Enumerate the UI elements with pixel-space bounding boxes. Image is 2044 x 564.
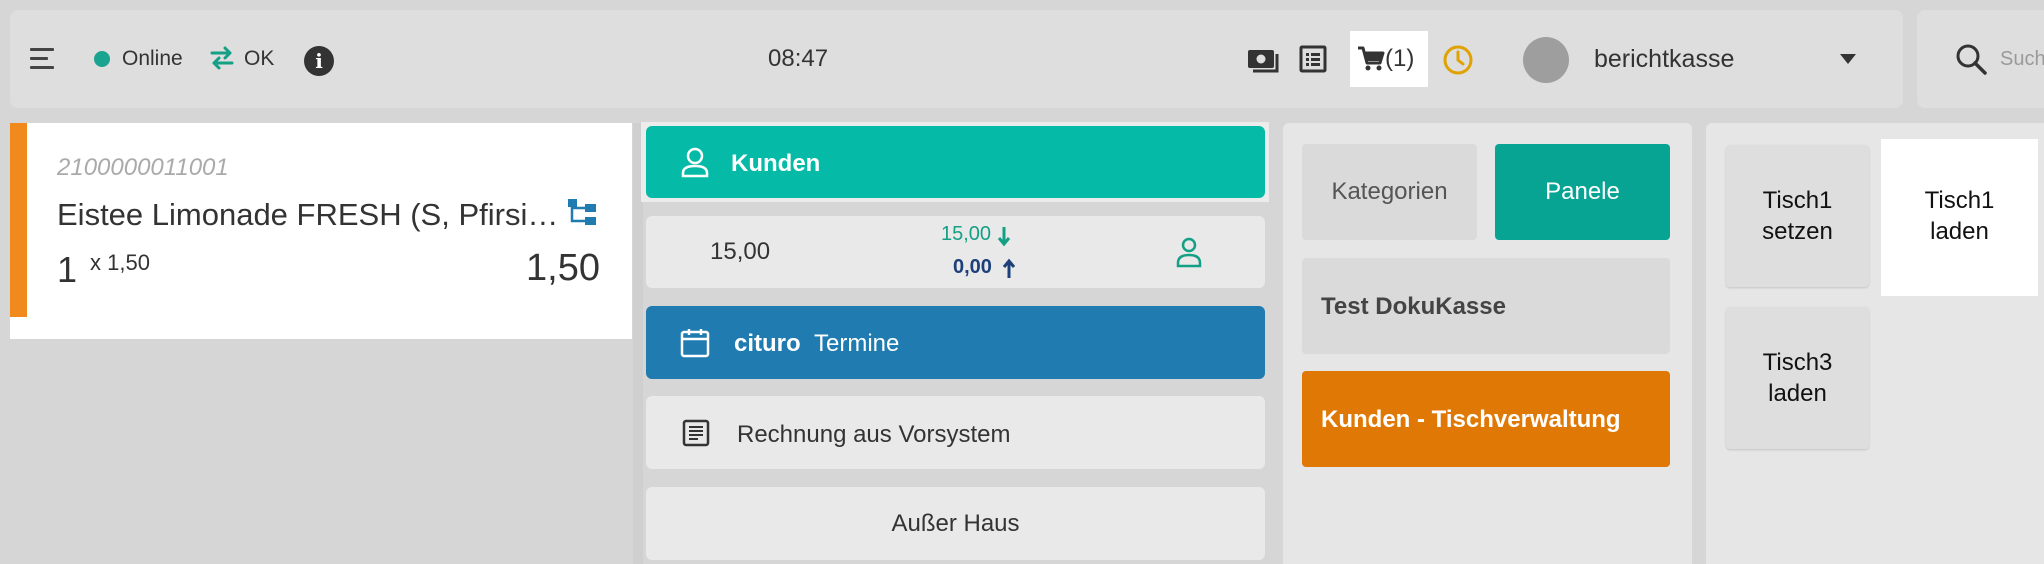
panel-tile-line2: setzen xyxy=(1762,218,1833,245)
cash-register-icon[interactable] xyxy=(1246,44,1280,74)
hamburger-menu-icon[interactable] xyxy=(30,48,56,70)
list-icon[interactable] xyxy=(1298,44,1328,74)
person-icon xyxy=(1176,237,1202,268)
hierarchy-icon[interactable] xyxy=(567,198,597,226)
document-icon xyxy=(682,419,710,447)
cart-count[interactable]: (1) xyxy=(1385,45,1414,73)
calendar-icon xyxy=(680,329,710,358)
current-time: 08:47 xyxy=(768,45,829,72)
panel-tile-label[interactable]: Tisch1 laden xyxy=(1888,185,2031,247)
tab-panele-label[interactable]: Panele xyxy=(1495,178,1670,206)
sync-arrows-icon xyxy=(210,46,234,70)
person-icon xyxy=(681,147,709,178)
termine-brand[interactable]: cituro xyxy=(734,330,801,358)
search-input[interactable]: Such xyxy=(2000,48,2044,71)
chevron-down-icon[interactable] xyxy=(1840,54,1856,64)
online-dot-icon xyxy=(94,51,110,67)
rechnung-label[interactable]: Rechnung aus Vorsystem xyxy=(737,421,1010,449)
panel-tile-label[interactable]: Tisch3 laden xyxy=(1726,347,1869,409)
avatar[interactable] xyxy=(1523,37,1569,83)
balance-outgoing: 0,00 xyxy=(953,256,992,278)
line-item-name: Eistee Limonade FRESH (S, Pfirsi… xyxy=(57,197,559,232)
balance-amount: 15,00 xyxy=(710,238,771,265)
arrow-up-icon xyxy=(1002,258,1016,278)
balance-incoming: 15,00 xyxy=(941,223,992,245)
panel-tile-line2: laden xyxy=(1930,218,1989,245)
line-item-code: 2100000011001 xyxy=(57,154,229,181)
termine-label[interactable]: Termine xyxy=(814,330,899,358)
ausser-haus-label[interactable]: Außer Haus xyxy=(646,510,1265,538)
line-item-accent xyxy=(10,123,27,317)
search-icon[interactable] xyxy=(1954,42,1988,76)
clock-icon[interactable] xyxy=(1442,44,1474,76)
line-item-unit-price: x 1,50 xyxy=(90,250,150,275)
tab-kategorien-label[interactable]: Kategorien xyxy=(1302,178,1477,206)
panel-tile-line1: Tisch1 xyxy=(1762,187,1833,214)
category-item-label[interactable]: Kunden - Tischverwaltung xyxy=(1321,406,1621,434)
panel-tile-line2: laden xyxy=(1768,380,1827,407)
category-item-label[interactable]: Test DokuKasse xyxy=(1321,293,1506,321)
sync-status-label: OK xyxy=(244,47,275,70)
username-label[interactable]: berichtkasse xyxy=(1594,45,1734,74)
panel-tile-line1: Tisch3 xyxy=(1762,349,1833,376)
cart-icon[interactable] xyxy=(1357,45,1385,73)
online-status-label: Online xyxy=(122,47,183,70)
arrow-down-icon xyxy=(997,227,1011,247)
panel-tile-label[interactable]: Tisch1 setzen xyxy=(1726,185,1869,247)
panel-tile-line1: Tisch1 xyxy=(1924,187,1995,214)
kunden-label[interactable]: Kunden xyxy=(731,150,820,178)
line-item-total: 1,50 xyxy=(526,247,600,289)
line-item-quantity: 1 xyxy=(57,249,78,290)
info-icon[interactable]: i xyxy=(304,46,334,76)
